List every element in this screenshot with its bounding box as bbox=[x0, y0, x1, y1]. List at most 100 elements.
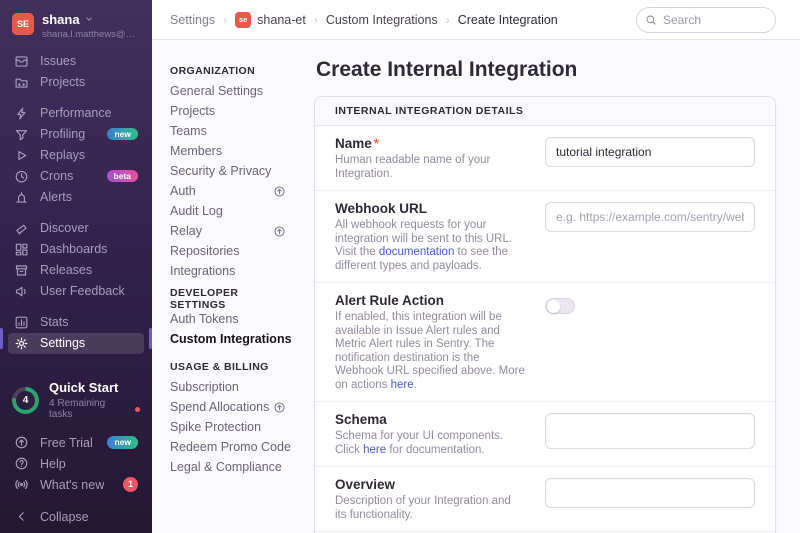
sidebar-item-user-feedback[interactable]: User Feedback bbox=[8, 281, 144, 302]
nav-item-integrations[interactable]: Integrations bbox=[170, 261, 286, 281]
main-content: Create Internal Integration INTERNAL INT… bbox=[300, 40, 800, 533]
replays-icon bbox=[14, 148, 29, 163]
sidebar-item-help[interactable]: Help bbox=[8, 453, 144, 474]
search-input[interactable] bbox=[636, 7, 776, 33]
sidebar-item-performance[interactable]: Performance bbox=[8, 103, 144, 124]
required-asterisk: * bbox=[374, 136, 379, 151]
nav-item-custom-integrations[interactable]: Custom Integrations bbox=[170, 329, 286, 349]
sidebar-item-projects[interactable]: Projects bbox=[8, 72, 144, 93]
nav-item-legal-compliance[interactable]: Legal & Compliance bbox=[170, 457, 286, 477]
page-title: Create Internal Integration bbox=[316, 58, 776, 82]
alert-rule-action-label: Alert Rule Action bbox=[335, 293, 525, 308]
overview-field-row: Overview Description of your Integration… bbox=[315, 466, 775, 531]
internal-integration-details-panel: INTERNAL INTEGRATION DETAILS Name* Human… bbox=[314, 96, 776, 533]
breadcrumb-organization[interactable]: se shana-et bbox=[235, 12, 306, 28]
power-feature-icon bbox=[273, 401, 286, 414]
nav-item-redeem-promo-code[interactable]: Redeem Promo Code bbox=[170, 437, 286, 457]
issues-icon bbox=[14, 54, 29, 69]
name-help: Human readable name of your Integration. bbox=[335, 154, 525, 181]
crons-icon bbox=[14, 169, 29, 184]
quick-start-button[interactable]: 4 Quick Start 4 Remaining tasks bbox=[0, 370, 152, 432]
notification-dot bbox=[135, 407, 140, 412]
toggle-knob bbox=[547, 300, 560, 313]
documentation-link[interactable]: documentation bbox=[379, 246, 454, 258]
overview-help: Description of your Integration and its … bbox=[335, 495, 525, 522]
schema-help: Schema for your UI components. Click her… bbox=[335, 430, 525, 457]
nav-item-general-settings[interactable]: General Settings bbox=[170, 81, 286, 101]
nav-item-projects[interactable]: Projects bbox=[170, 101, 286, 121]
sidebar-item-discover[interactable]: Discover bbox=[8, 218, 144, 239]
breadcrumb-separator: › bbox=[314, 13, 318, 27]
nav-item-spend-allocations[interactable]: Spend Allocations bbox=[170, 397, 286, 417]
nav-item-subscription[interactable]: Subscription bbox=[170, 377, 286, 397]
badge: 1 bbox=[123, 477, 138, 492]
sidebar-item-settings[interactable]: Settings bbox=[8, 333, 144, 354]
sidebar-item-stats[interactable]: Stats bbox=[8, 312, 144, 333]
nav-item-repositories[interactable]: Repositories bbox=[170, 241, 286, 261]
sidebar-collapse-button[interactable]: Collapse bbox=[8, 506, 144, 527]
nav-item-members[interactable]: Members bbox=[170, 141, 286, 161]
discover-icon bbox=[14, 221, 29, 236]
nav-item-relay[interactable]: Relay bbox=[170, 221, 286, 241]
breadcrumb-separator: › bbox=[223, 13, 227, 27]
user-email: shana.l.matthews@… bbox=[42, 30, 135, 40]
sidebar-item-profiling[interactable]: Profiling new bbox=[8, 124, 144, 145]
sidebar-item-replays[interactable]: Replays bbox=[8, 145, 144, 166]
nav-section-header: USAGE & BILLING bbox=[170, 357, 286, 377]
performance-icon bbox=[14, 106, 29, 121]
sidebar-item-what-s-new[interactable]: What's new 1 bbox=[8, 474, 144, 495]
overview-input[interactable] bbox=[545, 478, 755, 508]
badge: new bbox=[107, 436, 138, 449]
nav-item-security-privacy[interactable]: Security & Privacy bbox=[170, 161, 286, 181]
breadcrumb-create-integration: Create Integration bbox=[458, 13, 558, 27]
active-indicator-bar bbox=[149, 328, 152, 349]
webhook-url-field-row: Webhook URL All webhook requests for you… bbox=[315, 190, 775, 282]
alert-rule-action-help: If enabled, this integration will be ava… bbox=[335, 311, 525, 392]
user-menu[interactable]: SE shana shana.l.matthews@… bbox=[0, 0, 152, 47]
schema-textarea[interactable] bbox=[545, 413, 755, 449]
breadcrumb-separator: › bbox=[446, 13, 450, 27]
schema-field-row: Schema Schema for your UI components. Cl… bbox=[315, 401, 775, 466]
stats-icon bbox=[14, 315, 29, 330]
panel-header: INTERNAL INTEGRATION DETAILS bbox=[315, 97, 775, 126]
alert-rule-toggle[interactable] bbox=[545, 298, 575, 314]
sidebar-item-alerts[interactable]: Alerts bbox=[8, 187, 144, 208]
quick-start-label: Quick Start bbox=[49, 380, 140, 396]
nav-section-header: DEVELOPER SETTINGS bbox=[170, 289, 286, 309]
collapse-chevron-icon bbox=[14, 509, 29, 524]
actions-here-link[interactable]: here bbox=[391, 379, 414, 391]
releases-icon bbox=[14, 263, 29, 278]
sidebar-item-crons[interactable]: Crons beta bbox=[8, 166, 144, 187]
schema-label: Schema bbox=[335, 412, 525, 427]
profiling-icon bbox=[14, 127, 29, 142]
webhook-url-help: All webhook requests for your integratio… bbox=[335, 219, 525, 273]
overview-label: Overview bbox=[335, 477, 525, 492]
sidebar-item-dashboards[interactable]: Dashboards bbox=[8, 239, 144, 260]
sidebar-item-issues[interactable]: Issues bbox=[8, 51, 144, 72]
nav-item-teams[interactable]: Teams bbox=[170, 121, 286, 141]
name-field-row: Name* Human readable name of your Integr… bbox=[315, 126, 775, 190]
sidebar-item-free-trial[interactable]: Free Trial new bbox=[8, 432, 144, 453]
nav-item-auth[interactable]: Auth bbox=[170, 181, 286, 201]
nav-item-auth-tokens[interactable]: Auth Tokens bbox=[170, 309, 286, 329]
nav-item-audit-log[interactable]: Audit Log bbox=[170, 201, 286, 221]
quick-start-subtitle: 4 Remaining tasks bbox=[49, 398, 130, 420]
top-header: Settings › se shana-et › Custom Integrat… bbox=[152, 0, 800, 40]
name-input[interactable] bbox=[545, 137, 755, 167]
app-sidebar: SE shana shana.l.matthews@… Issues Proje… bbox=[0, 0, 152, 533]
sidebar-item-releases[interactable]: Releases bbox=[8, 260, 144, 281]
help-icon bbox=[14, 456, 29, 471]
webhook-url-input[interactable] bbox=[545, 202, 755, 232]
power-feature-icon bbox=[273, 225, 286, 238]
breadcrumb-custom-integrations[interactable]: Custom Integrations bbox=[326, 13, 438, 27]
quick-start-progress-ring: 4 bbox=[12, 387, 39, 414]
breadcrumb: Settings › se shana-et › Custom Integrat… bbox=[170, 12, 558, 28]
schema-here-link[interactable]: here bbox=[363, 444, 386, 456]
avatar: SE bbox=[12, 13, 34, 35]
settings-nav: ORGANIZATION General Settings Projects bbox=[152, 40, 300, 533]
breadcrumb-settings[interactable]: Settings bbox=[170, 13, 215, 27]
alerts-icon bbox=[14, 190, 29, 205]
badge: beta bbox=[107, 170, 138, 183]
chevron-down-icon bbox=[84, 13, 94, 27]
nav-item-spike-protection[interactable]: Spike Protection bbox=[170, 417, 286, 437]
